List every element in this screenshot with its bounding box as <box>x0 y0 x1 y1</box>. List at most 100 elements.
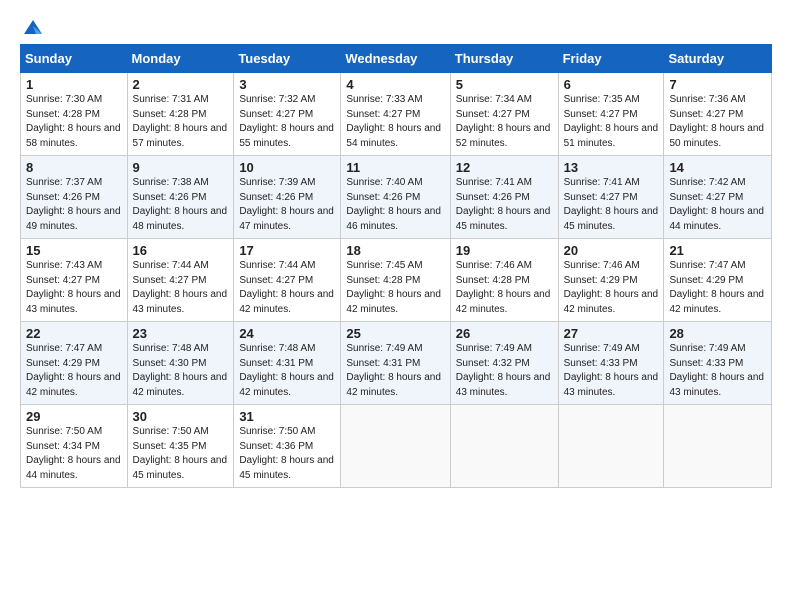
weekday-header-tuesday: Tuesday <box>234 45 341 73</box>
day-number: 16 <box>133 243 229 258</box>
day-info: Sunrise: 7:49 AM Sunset: 4:32 PM Dayligh… <box>456 342 553 400</box>
calendar-cell: 19 Sunrise: 7:46 AM Sunset: 4:28 PM Dayl… <box>450 239 558 322</box>
day-info: Sunrise: 7:31 AM Sunset: 4:28 PM Dayligh… <box>133 93 229 151</box>
day-number: 30 <box>133 409 229 424</box>
calendar-cell: 11 Sunrise: 7:40 AM Sunset: 4:26 PM Dayl… <box>341 156 450 239</box>
weekday-header-row: SundayMondayTuesdayWednesdayThursdayFrid… <box>21 45 772 73</box>
day-number: 21 <box>669 243 766 258</box>
day-info: Sunrise: 7:46 AM Sunset: 4:28 PM Dayligh… <box>456 259 553 317</box>
calendar-cell: 30 Sunrise: 7:50 AM Sunset: 4:35 PM Dayl… <box>127 405 234 488</box>
day-info: Sunrise: 7:34 AM Sunset: 4:27 PM Dayligh… <box>456 93 553 151</box>
day-info: Sunrise: 7:48 AM Sunset: 4:30 PM Dayligh… <box>133 342 229 400</box>
calendar-cell: 5 Sunrise: 7:34 AM Sunset: 4:27 PM Dayli… <box>450 73 558 156</box>
day-info: Sunrise: 7:46 AM Sunset: 4:29 PM Dayligh… <box>564 259 659 317</box>
day-info: Sunrise: 7:41 AM Sunset: 4:26 PM Dayligh… <box>456 176 553 234</box>
day-number: 20 <box>564 243 659 258</box>
day-info: Sunrise: 7:30 AM Sunset: 4:28 PM Dayligh… <box>26 93 122 151</box>
day-number: 11 <box>346 160 444 175</box>
calendar-cell: 15 Sunrise: 7:43 AM Sunset: 4:27 PM Dayl… <box>21 239 128 322</box>
calendar-cell <box>664 405 772 488</box>
day-number: 22 <box>26 326 122 341</box>
day-number: 1 <box>26 77 122 92</box>
day-info: Sunrise: 7:37 AM Sunset: 4:26 PM Dayligh… <box>26 176 122 234</box>
calendar-cell: 17 Sunrise: 7:44 AM Sunset: 4:27 PM Dayl… <box>234 239 341 322</box>
day-info: Sunrise: 7:50 AM Sunset: 4:35 PM Dayligh… <box>133 425 229 483</box>
day-info: Sunrise: 7:42 AM Sunset: 4:27 PM Dayligh… <box>669 176 766 234</box>
calendar-cell: 2 Sunrise: 7:31 AM Sunset: 4:28 PM Dayli… <box>127 73 234 156</box>
day-number: 19 <box>456 243 553 258</box>
logo <box>20 16 44 34</box>
day-number: 26 <box>456 326 553 341</box>
calendar-week-row: 15 Sunrise: 7:43 AM Sunset: 4:27 PM Dayl… <box>21 239 772 322</box>
day-info: Sunrise: 7:36 AM Sunset: 4:27 PM Dayligh… <box>669 93 766 151</box>
weekday-header-wednesday: Wednesday <box>341 45 450 73</box>
day-info: Sunrise: 7:49 AM Sunset: 4:31 PM Dayligh… <box>346 342 444 400</box>
day-number: 17 <box>239 243 335 258</box>
calendar-week-row: 22 Sunrise: 7:47 AM Sunset: 4:29 PM Dayl… <box>21 322 772 405</box>
calendar-cell: 14 Sunrise: 7:42 AM Sunset: 4:27 PM Dayl… <box>664 156 772 239</box>
weekday-header-friday: Friday <box>558 45 664 73</box>
calendar-cell: 9 Sunrise: 7:38 AM Sunset: 4:26 PM Dayli… <box>127 156 234 239</box>
calendar-cell: 13 Sunrise: 7:41 AM Sunset: 4:27 PM Dayl… <box>558 156 664 239</box>
weekday-header-saturday: Saturday <box>664 45 772 73</box>
day-info: Sunrise: 7:43 AM Sunset: 4:27 PM Dayligh… <box>26 259 122 317</box>
day-info: Sunrise: 7:45 AM Sunset: 4:28 PM Dayligh… <box>346 259 444 317</box>
day-number: 25 <box>346 326 444 341</box>
day-info: Sunrise: 7:32 AM Sunset: 4:27 PM Dayligh… <box>239 93 335 151</box>
calendar-cell: 4 Sunrise: 7:33 AM Sunset: 4:27 PM Dayli… <box>341 73 450 156</box>
calendar-cell: 6 Sunrise: 7:35 AM Sunset: 4:27 PM Dayli… <box>558 73 664 156</box>
day-number: 15 <box>26 243 122 258</box>
day-number: 14 <box>669 160 766 175</box>
day-number: 6 <box>564 77 659 92</box>
day-info: Sunrise: 7:38 AM Sunset: 4:26 PM Dayligh… <box>133 176 229 234</box>
calendar-cell: 18 Sunrise: 7:45 AM Sunset: 4:28 PM Dayl… <box>341 239 450 322</box>
day-info: Sunrise: 7:33 AM Sunset: 4:27 PM Dayligh… <box>346 93 444 151</box>
day-info: Sunrise: 7:44 AM Sunset: 4:27 PM Dayligh… <box>133 259 229 317</box>
calendar-cell <box>558 405 664 488</box>
day-number: 2 <box>133 77 229 92</box>
calendar: SundayMondayTuesdayWednesdayThursdayFrid… <box>20 44 772 488</box>
day-info: Sunrise: 7:50 AM Sunset: 4:34 PM Dayligh… <box>26 425 122 483</box>
day-number: 29 <box>26 409 122 424</box>
calendar-cell: 8 Sunrise: 7:37 AM Sunset: 4:26 PM Dayli… <box>21 156 128 239</box>
day-info: Sunrise: 7:49 AM Sunset: 4:33 PM Dayligh… <box>564 342 659 400</box>
day-number: 8 <box>26 160 122 175</box>
calendar-cell: 1 Sunrise: 7:30 AM Sunset: 4:28 PM Dayli… <box>21 73 128 156</box>
page: SundayMondayTuesdayWednesdayThursdayFrid… <box>0 0 792 612</box>
day-info: Sunrise: 7:40 AM Sunset: 4:26 PM Dayligh… <box>346 176 444 234</box>
calendar-cell: 24 Sunrise: 7:48 AM Sunset: 4:31 PM Dayl… <box>234 322 341 405</box>
calendar-cell: 28 Sunrise: 7:49 AM Sunset: 4:33 PM Dayl… <box>664 322 772 405</box>
calendar-cell: 22 Sunrise: 7:47 AM Sunset: 4:29 PM Dayl… <box>21 322 128 405</box>
day-number: 9 <box>133 160 229 175</box>
day-info: Sunrise: 7:44 AM Sunset: 4:27 PM Dayligh… <box>239 259 335 317</box>
calendar-cell: 21 Sunrise: 7:47 AM Sunset: 4:29 PM Dayl… <box>664 239 772 322</box>
day-info: Sunrise: 7:47 AM Sunset: 4:29 PM Dayligh… <box>26 342 122 400</box>
day-info: Sunrise: 7:50 AM Sunset: 4:36 PM Dayligh… <box>239 425 335 483</box>
calendar-cell: 23 Sunrise: 7:48 AM Sunset: 4:30 PM Dayl… <box>127 322 234 405</box>
weekday-header-sunday: Sunday <box>21 45 128 73</box>
calendar-cell: 7 Sunrise: 7:36 AM Sunset: 4:27 PM Dayli… <box>664 73 772 156</box>
day-number: 13 <box>564 160 659 175</box>
day-number: 24 <box>239 326 335 341</box>
day-number: 10 <box>239 160 335 175</box>
day-info: Sunrise: 7:41 AM Sunset: 4:27 PM Dayligh… <box>564 176 659 234</box>
calendar-cell <box>341 405 450 488</box>
day-number: 31 <box>239 409 335 424</box>
day-number: 7 <box>669 77 766 92</box>
calendar-cell: 27 Sunrise: 7:49 AM Sunset: 4:33 PM Dayl… <box>558 322 664 405</box>
day-info: Sunrise: 7:49 AM Sunset: 4:33 PM Dayligh… <box>669 342 766 400</box>
day-info: Sunrise: 7:47 AM Sunset: 4:29 PM Dayligh… <box>669 259 766 317</box>
day-number: 27 <box>564 326 659 341</box>
day-number: 4 <box>346 77 444 92</box>
day-number: 18 <box>346 243 444 258</box>
calendar-cell: 26 Sunrise: 7:49 AM Sunset: 4:32 PM Dayl… <box>450 322 558 405</box>
day-number: 23 <box>133 326 229 341</box>
weekday-header-thursday: Thursday <box>450 45 558 73</box>
logo-icon <box>22 16 44 38</box>
day-number: 28 <box>669 326 766 341</box>
calendar-cell: 25 Sunrise: 7:49 AM Sunset: 4:31 PM Dayl… <box>341 322 450 405</box>
calendar-cell: 12 Sunrise: 7:41 AM Sunset: 4:26 PM Dayl… <box>450 156 558 239</box>
calendar-week-row: 8 Sunrise: 7:37 AM Sunset: 4:26 PM Dayli… <box>21 156 772 239</box>
day-info: Sunrise: 7:39 AM Sunset: 4:26 PM Dayligh… <box>239 176 335 234</box>
day-info: Sunrise: 7:48 AM Sunset: 4:31 PM Dayligh… <box>239 342 335 400</box>
